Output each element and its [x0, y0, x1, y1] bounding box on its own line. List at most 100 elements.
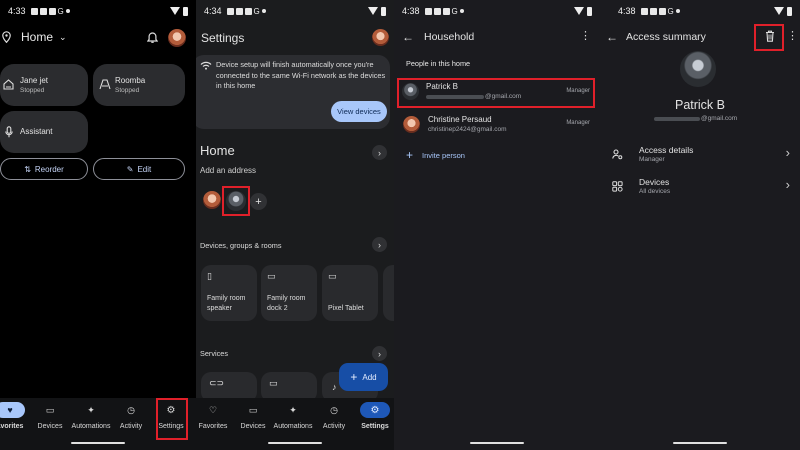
- device-card-partial[interactable]: [383, 265, 394, 321]
- device-card-speaker[interactable]: ▯ Family room speaker: [201, 265, 257, 321]
- person-name: Christine Persaud: [428, 115, 492, 124]
- invite-person-button[interactable]: + Invite person: [406, 148, 465, 162]
- sparkle-icon: ✦: [289, 404, 297, 415]
- person-email: christinep2424@gmail.com: [428, 126, 507, 133]
- devices-row[interactable]: Devices All devices ›: [600, 173, 800, 201]
- device-card-dock[interactable]: ▭ Family room dock 2: [261, 265, 317, 321]
- chevron-right-icon: ›: [785, 177, 790, 192]
- nav-automations[interactable]: ✦ Automations: [71, 398, 111, 431]
- reorder-icon: ⇅: [24, 164, 31, 174]
- overflow-menu-icon[interactable]: ⋮: [580, 29, 591, 42]
- nav-favorites[interactable]: ♥ avorites: [0, 398, 30, 430]
- row-subtitle: All devices: [639, 188, 671, 195]
- add-address-link[interactable]: Add an address: [200, 166, 256, 175]
- music-note-icon: ♪: [332, 382, 337, 392]
- section-title: People in this home: [406, 59, 471, 68]
- status-bar: 4:38 G: [608, 4, 792, 18]
- highlight-settings-tab: [156, 398, 188, 440]
- profile-name: Patrick B: [674, 98, 725, 112]
- home-name: Home: [200, 143, 235, 158]
- row-title: Devices: [639, 177, 670, 187]
- vacuum-icon: [99, 79, 111, 90]
- chevron-right-icon: ›: [378, 147, 381, 158]
- speaker-icon: ▯: [207, 271, 212, 281]
- device-card-tablet[interactable]: ▭ Pixel Tablet: [322, 265, 378, 321]
- status-bar: 4:33 G: [8, 4, 188, 18]
- edit-button[interactable]: ✎ Edit: [93, 158, 185, 180]
- chevron-right-icon: ›: [378, 348, 381, 359]
- person-role: Manager: [566, 120, 590, 126]
- device-tile-assistant[interactable]: Assistant: [0, 111, 88, 153]
- wifi-setup-banner: Device setup will finish automatically o…: [196, 55, 390, 129]
- devices-icon: ▭: [248, 404, 258, 415]
- status-time: 4:38: [618, 6, 636, 16]
- profile-email: @gmail.com: [701, 115, 738, 122]
- heart-icon: ♥: [7, 405, 13, 415]
- member-avatar[interactable]: [203, 191, 221, 209]
- wifi-icon: [200, 61, 212, 70]
- nav-settings[interactable]: ⚙ Settings: [355, 398, 394, 430]
- home-screen-panel: 4:33 G Home ⌄ Jane jet Stopped Roomba St…: [0, 0, 196, 450]
- overflow-menu-icon[interactable]: ⋮: [787, 29, 798, 42]
- profile-avatar[interactable]: [168, 29, 186, 47]
- profile-avatar-large: [680, 51, 716, 87]
- section-title: Services: [200, 349, 228, 358]
- row-subtitle: Manager: [639, 156, 665, 163]
- mic-icon: [5, 126, 13, 138]
- devices-chevron-button[interactable]: ›: [372, 237, 387, 252]
- page-title: Access summary: [626, 31, 706, 43]
- add-fab[interactable]: + Add: [339, 363, 388, 391]
- chevron-right-icon: ›: [785, 145, 790, 160]
- battery-icon: [381, 6, 386, 16]
- nav-devices[interactable]: ▭ Devices: [30, 398, 70, 431]
- back-arrow-icon[interactable]: ←: [606, 30, 618, 44]
- highlight-patrick-row: [397, 78, 595, 108]
- status-time: 4:38: [402, 6, 420, 16]
- history-icon: ◷: [127, 404, 135, 415]
- gesture-bar: [470, 442, 524, 444]
- status-time: 4:34: [204, 6, 222, 16]
- gesture-bar: [71, 442, 125, 444]
- history-icon: ◷: [330, 404, 338, 415]
- tablet-icon: ▭: [328, 271, 337, 281]
- sparkle-icon: ✦: [87, 404, 95, 415]
- home-chevron-button[interactable]: ›: [372, 145, 387, 160]
- display-icon: ▭: [269, 378, 278, 388]
- nav-activity[interactable]: ◷ Activity: [111, 398, 151, 431]
- device-name: Jane jet: [20, 76, 49, 85]
- back-arrow-icon[interactable]: ←: [402, 30, 414, 44]
- pencil-icon: ✎: [126, 164, 134, 174]
- avatar: [403, 116, 420, 133]
- home-selector[interactable]: Home ⌄: [2, 30, 67, 44]
- battery-icon: [183, 6, 188, 16]
- row-title: Access details: [639, 145, 694, 155]
- battery-icon: [787, 6, 792, 16]
- status-bar: 4:38 G: [402, 4, 592, 18]
- add-member-button[interactable]: +: [250, 193, 267, 210]
- nav-activity[interactable]: ◷ Activity: [314, 398, 354, 431]
- link-icon: ⊂⊃: [209, 378, 225, 388]
- wifi-icon: [170, 7, 180, 15]
- profile-avatar[interactable]: [372, 29, 389, 46]
- person-row-christine[interactable]: Christine Persaud christinep2424@gmail.c…: [396, 112, 598, 142]
- device-status: Stopped: [20, 87, 45, 94]
- access-details-row[interactable]: Access details Manager ›: [600, 141, 800, 169]
- nav-automations[interactable]: ✦ Automations: [273, 398, 313, 431]
- device-tile-jane-jet[interactable]: Jane jet Stopped: [0, 64, 88, 106]
- banner-text: Device setup will finish automatically o…: [216, 60, 386, 90]
- bell-icon[interactable]: [147, 32, 158, 44]
- view-devices-button[interactable]: View devices: [331, 101, 387, 122]
- device-tile-roomba[interactable]: Roomba Stopped: [93, 64, 185, 106]
- location-pin-icon: [2, 31, 11, 43]
- nav-favorites[interactable]: ♡ Favorites: [196, 398, 233, 431]
- household-panel: 4:38 G ← Household ⋮ People in this home…: [394, 0, 600, 450]
- plus-icon: +: [255, 195, 262, 208]
- reorder-button[interactable]: ⇅ Reorder: [0, 158, 88, 180]
- services-chevron-button[interactable]: ›: [372, 346, 387, 361]
- device-status: Stopped: [115, 87, 140, 94]
- redacted-email: [654, 116, 700, 121]
- section-title: Devices, groups & rooms: [200, 241, 282, 250]
- nav-devices[interactable]: ▭ Devices: [233, 398, 273, 431]
- page-title: Settings: [201, 31, 245, 45]
- battery-icon: [587, 6, 592, 16]
